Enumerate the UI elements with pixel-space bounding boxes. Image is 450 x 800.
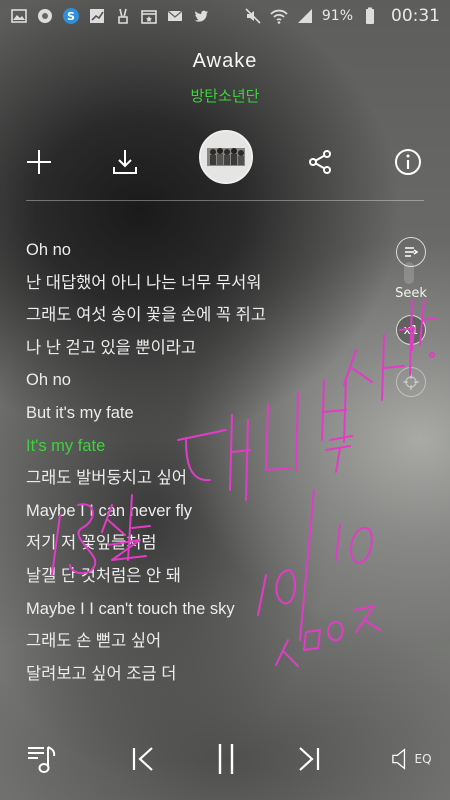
gmail-icon (166, 7, 184, 25)
lyric-line[interactable]: 그래도 여섯 송이 꽃을 손에 꼭 쥐고 (26, 301, 386, 334)
mute-icon (244, 7, 262, 25)
divider (26, 200, 424, 201)
album-art[interactable] (199, 130, 253, 184)
locate-button[interactable] (396, 367, 426, 397)
lyric-line[interactable]: 날갤 단 것처럼은 안 돼 (26, 562, 386, 595)
next-button[interactable] (287, 737, 331, 781)
battery-percent: 91% (321, 8, 353, 24)
seek-slider[interactable] (404, 262, 414, 284)
share-button[interactable] (298, 140, 342, 184)
add-icon (27, 150, 51, 174)
victory-icon (114, 7, 132, 25)
info-button[interactable] (386, 140, 430, 184)
lyric-line[interactable]: Oh no (26, 236, 386, 269)
song-title: Awake (192, 50, 258, 72)
pause-icon (218, 744, 234, 774)
download-icon (113, 150, 137, 174)
playlist-music-icon (28, 746, 56, 773)
playlist-arrow-icon (405, 247, 419, 257)
skip-next-icon (299, 747, 320, 771)
pause-button[interactable] (204, 737, 248, 781)
speed-button[interactable]: x1 (396, 315, 426, 345)
seek-label: Seek (395, 286, 427, 301)
svg-text:S: S (67, 10, 75, 23)
add-button[interactable] (17, 140, 61, 184)
skip-previous-icon (132, 747, 153, 771)
playlist-button[interactable] (20, 737, 64, 781)
skype-icon: S (62, 7, 80, 25)
share-icon (309, 150, 331, 174)
image-icon (10, 7, 28, 25)
lyric-line[interactable]: 나 난 걷고 있을 뿐이라고 (26, 334, 386, 367)
twitter-icon (192, 7, 210, 25)
lyric-line[interactable]: 난 대답했어 아니 나는 너무 무서워 (26, 269, 386, 302)
speaker-icon (392, 748, 406, 770)
equalizer-button[interactable]: EQ (386, 737, 436, 781)
crosshair-icon (403, 374, 419, 390)
wifi-icon (270, 7, 288, 25)
info-icon (395, 149, 421, 175)
lyric-line[interactable]: 그래도 발버둥치고 싶어 (26, 464, 386, 497)
download-button[interactable] (103, 140, 147, 184)
lyric-line[interactable]: 달려보고 싶어 조금 더 (26, 660, 386, 693)
speed-label: x1 (403, 323, 419, 337)
status-bar: S 91% 00:31 (0, 0, 450, 32)
signal-icon (296, 7, 314, 25)
clock: 00:31 (391, 6, 440, 26)
music-player-screen: S 91% 00:31 Awake 방탄소년단 Oh no 난 대답했어 아니 … (0, 0, 450, 800)
lyrics-panel[interactable]: Oh no 난 대답했어 아니 나는 너무 무서워 그래도 여섯 송이 꽃을 손에 … (26, 236, 386, 692)
previous-button[interactable] (121, 737, 165, 781)
lyric-line[interactable]: Maybe I I can never fly (26, 497, 386, 530)
record-icon (36, 7, 54, 25)
artist-name[interactable]: 방탄소년단 (0, 85, 450, 106)
chart-icon (88, 7, 106, 25)
lyric-line[interactable]: 저기 저 꽃잎들처럼 (26, 529, 386, 562)
schedule-icon (140, 7, 158, 25)
lyric-line[interactable]: 그래도 손 뻗고 싶어 (26, 627, 386, 660)
battery-icon (361, 7, 379, 25)
lyric-line[interactable]: But it's my fate (26, 399, 386, 432)
eq-label: EQ (414, 752, 432, 766)
lyric-line-current[interactable]: It's my fate (26, 432, 386, 465)
lyric-line[interactable]: Oh no (26, 366, 386, 399)
lyric-line[interactable]: Maybe I I can't touch the sky (26, 595, 386, 628)
